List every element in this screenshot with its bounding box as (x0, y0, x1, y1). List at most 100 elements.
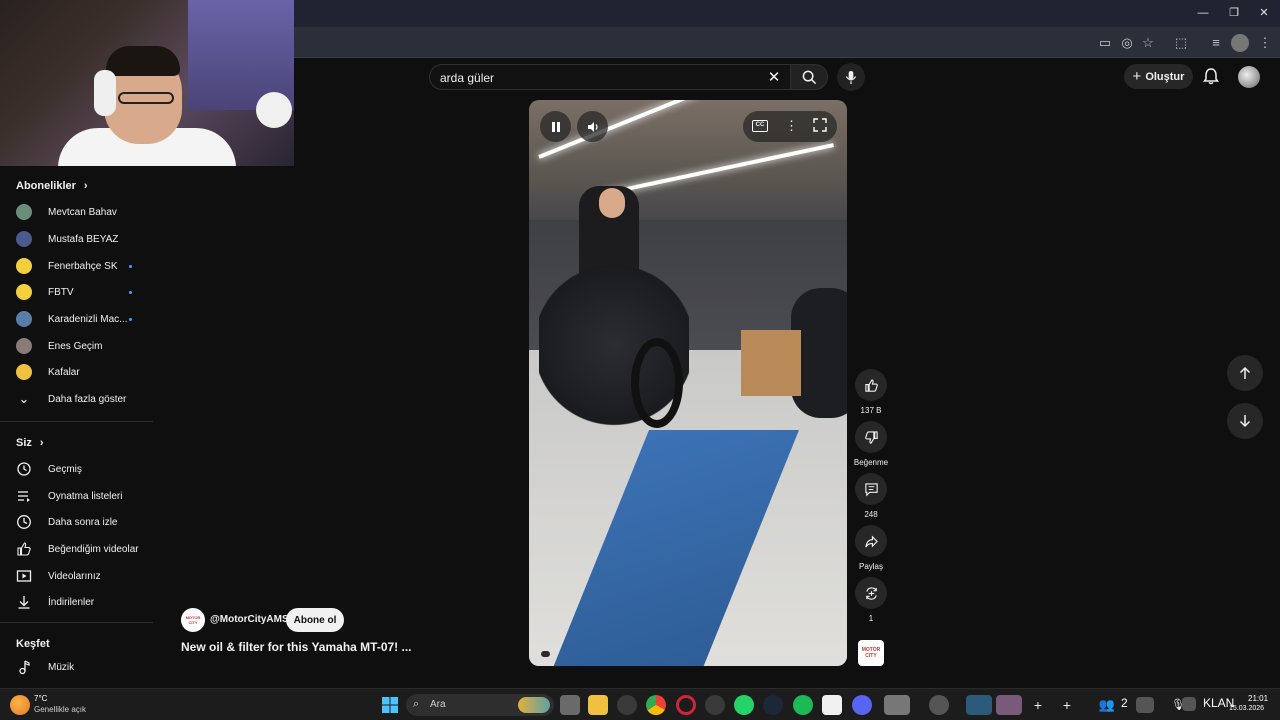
taskbar-search[interactable]: ⌕ Ara (406, 694, 554, 716)
create-label: Oluştur (1145, 70, 1185, 83)
minimize-icon[interactable]: — (1190, 4, 1216, 22)
sidebar-item-liked-videos[interactable]: Beğendiğim videolar (0, 537, 158, 561)
subscribe-button[interactable]: Abone ol (286, 608, 344, 632)
like-button[interactable] (855, 369, 887, 401)
sidebar-item-history[interactable]: Geçmiş (0, 457, 158, 481)
chevron-down-icon: ⌄ (18, 391, 30, 406)
sidebar-item-watch-later[interactable]: Daha sonra izle (0, 510, 158, 534)
liked-icon (17, 542, 31, 556)
notifications-bell-icon[interactable] (1201, 66, 1221, 86)
clear-search-icon[interactable]: ✕ (765, 69, 783, 87)
create-button[interactable]: + Oluştur (1124, 64, 1193, 89)
sidebar-item-subscription-1[interactable]: Mustafa BEYAZ (0, 227, 158, 251)
account-avatar[interactable] (1238, 66, 1260, 88)
extensions-icon[interactable]: ⬚ (1172, 34, 1190, 52)
sidebar-item-subscription-6[interactable]: Kafalar (0, 360, 158, 384)
comment-count: 248 (864, 510, 878, 519)
sidebar-item-subscription-3[interactable]: FBTV (0, 280, 158, 304)
sidebar-item-subscription-4[interactable]: Karadenizli Mac... (0, 307, 158, 331)
volume-button[interactable] (577, 111, 608, 142)
captions-icon[interactable]: CC (752, 120, 768, 132)
search-icon (802, 70, 816, 84)
close-window-icon[interactable]: ✕ (1251, 4, 1277, 22)
media-control-icon[interactable]: ≡ (1207, 34, 1225, 52)
progress-indicator[interactable] (541, 651, 550, 657)
comments-button[interactable] (855, 473, 887, 505)
clock-time: 21:01 (1248, 694, 1269, 703)
game-app-icon[interactable] (884, 695, 910, 715)
arrow-down-icon (1239, 415, 1251, 428)
sidebar-item-music[interactable]: Müzik (0, 655, 158, 679)
bookmark-star-icon[interactable]: ☆ (1139, 34, 1157, 52)
fullscreen-icon[interactable] (813, 118, 827, 132)
channel-handle[interactable]: @MotorCityAMS (210, 614, 289, 625)
opera-icon[interactable] (676, 695, 696, 715)
weather-description: Genellikle açık (34, 705, 87, 714)
profile-avatar-icon[interactable] (1231, 34, 1249, 52)
previous-short-button[interactable] (1227, 355, 1263, 391)
tray-app-icon-2[interactable] (1182, 697, 1196, 711)
sidebar-item-downloads[interactable]: İndirilenler (0, 590, 158, 614)
explore-section-title: Keşfet (16, 638, 50, 650)
your-videos-icon (16, 570, 32, 582)
more-menu-icon[interactable]: ⋮ (1256, 34, 1274, 52)
clock-date: 15.03.2026 (1229, 705, 1265, 712)
share-button[interactable] (855, 525, 887, 557)
app-icon[interactable] (705, 695, 725, 715)
channel-logo-thumbnail[interactable]: MOTOR CITY (858, 640, 884, 666)
music-icon (19, 660, 30, 675)
channel-avatar (16, 204, 32, 220)
windows-start-icon[interactable] (380, 695, 400, 715)
voice-search-button[interactable] (837, 63, 865, 91)
arrow-up-icon (1239, 366, 1251, 379)
video-title[interactable]: New oil & filter for this Yamaha MT-07! … (181, 640, 412, 654)
cast-icon[interactable]: ▭ (1096, 34, 1114, 52)
weather-icon[interactable] (10, 695, 30, 715)
spotify-icon[interactable] (793, 695, 813, 715)
remix-button[interactable] (855, 577, 887, 609)
sidebar-item-subscription-0[interactable]: Mevtcan Bahav (0, 200, 158, 224)
game-window-icon[interactable] (966, 695, 992, 715)
eye-off-icon[interactable]: ◎ (1118, 34, 1136, 52)
task-view-icon[interactable] (560, 695, 580, 715)
maximize-icon[interactable]: ❐ (1221, 4, 1247, 22)
search-input[interactable] (440, 69, 760, 87)
discord-icon[interactable] (852, 695, 872, 715)
new-content-dot (129, 317, 132, 321)
game-window-icon-2[interactable] (996, 695, 1022, 715)
whatsapp-icon[interactable] (734, 695, 754, 715)
sidebar-show-more[interactable]: ⌄ Daha fazla göster (0, 387, 158, 411)
file-explorer-icon[interactable] (588, 695, 608, 715)
thumbs-down-icon (864, 430, 878, 444)
subscriptions-title[interactable]: Abonelikler › (16, 180, 88, 192)
sidebar-item-subscription-5[interactable]: Enes Geçim (0, 334, 158, 358)
people-icon[interactable]: 👥 (1097, 695, 1117, 715)
webcam-overlay (0, 0, 294, 166)
sidebar-item-subscription-2[interactable]: Fenerbahçe SK (0, 254, 158, 278)
plus-icon-2[interactable]: + (1057, 695, 1077, 715)
next-short-button[interactable] (1227, 403, 1263, 439)
plus-icon[interactable]: + (1028, 695, 1048, 715)
capcut-icon[interactable] (822, 695, 842, 715)
sidebar-item-playlists[interactable]: Oynatma listeleri (0, 484, 158, 508)
dislike-button[interactable] (855, 421, 887, 453)
pause-button[interactable] (540, 111, 571, 142)
like-count: 137 B (860, 406, 882, 415)
channel-avatar[interactable]: MOTOR CITY (181, 608, 205, 632)
settings-icon[interactable] (617, 695, 637, 715)
channel-avatar (16, 364, 32, 380)
history-icon (17, 462, 31, 476)
obs-icon[interactable] (929, 695, 949, 715)
shorts-video-player[interactable]: CC ⋮ (529, 100, 847, 666)
pause-icon (551, 121, 560, 132)
chrome-icon[interactable] (646, 695, 666, 715)
more-options-icon[interactable]: ⋮ (785, 118, 798, 134)
share-label: Paylaş (858, 562, 883, 571)
tray-app-icon[interactable] (1136, 697, 1154, 713)
search-highlight-icon (518, 697, 550, 713)
steam-icon[interactable] (763, 695, 783, 715)
sidebar-item-your-videos[interactable]: Videolarınız (0, 564, 158, 588)
microphone-icon (845, 70, 857, 84)
you-section-title[interactable]: Siz › (16, 437, 44, 449)
search-button[interactable] (790, 64, 828, 90)
